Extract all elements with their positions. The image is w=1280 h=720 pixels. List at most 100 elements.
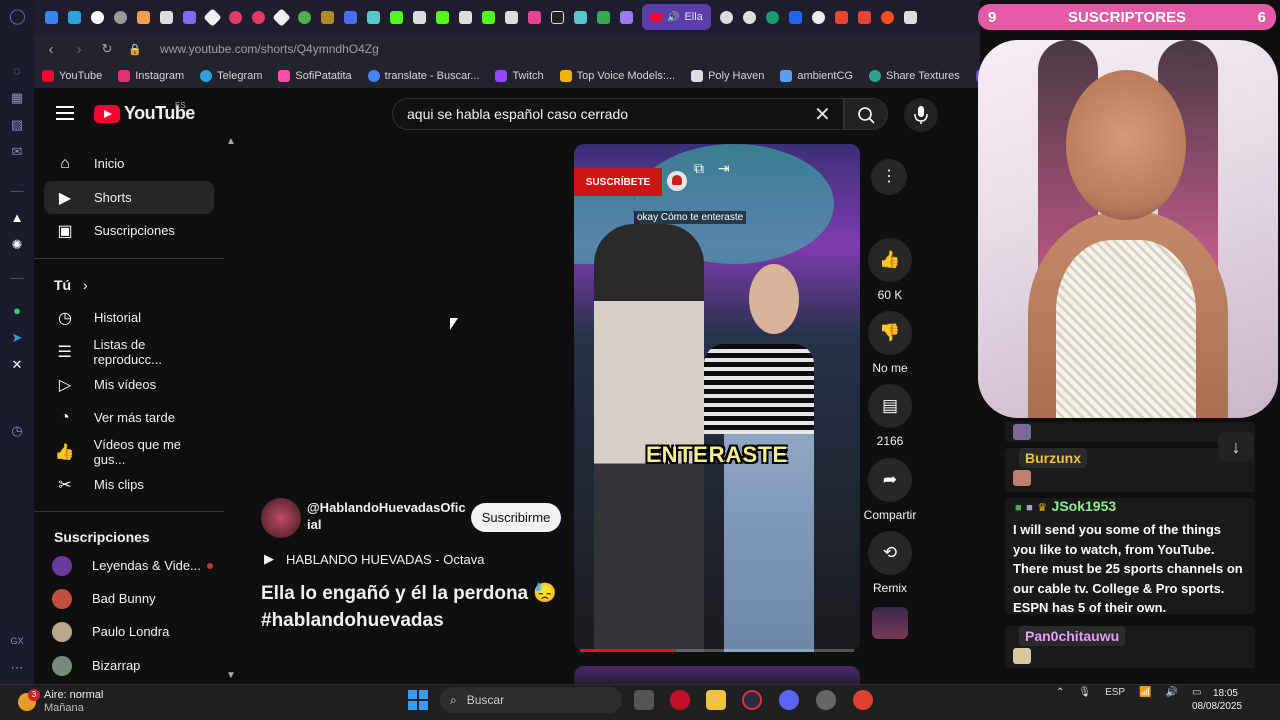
video-title[interactable]: Ella lo engañó y él la perdona 😓 #hablan… [261,580,571,634]
music-row[interactable]: ▶ HABLANDO HUEVADAS - Octava [264,551,484,567]
tab[interactable] [615,0,638,34]
tab[interactable] [899,0,922,34]
sidebar-item-home[interactable]: ⌂ Inicio [44,147,214,180]
tab[interactable] [247,0,270,34]
sidebar-item-history[interactable]: ◷ Historial [44,301,214,334]
next-short-preview[interactable] [574,666,860,684]
battery-icon[interactable]: ▭ [1192,687,1201,698]
telegram-icon[interactable]: ➤ [9,330,25,346]
tray-expand-icon[interactable]: ⌃ [1056,687,1064,698]
tab[interactable] [784,0,807,34]
share-button[interactable]: ➦ Compartir [862,458,918,522]
bookmark-instagram[interactable]: Instagram [118,70,184,82]
tab[interactable] [86,0,109,34]
tab[interactable] [385,0,408,34]
app-icon[interactable] [853,690,873,710]
tab[interactable] [339,0,362,34]
tab[interactable] [132,0,155,34]
sidebar-item-subscriptions[interactable]: ▣ Suscripciones [44,214,214,247]
opera-icon[interactable] [742,690,762,710]
bookmark-voice-models[interactable]: Top Voice Models:... [559,70,675,82]
tab[interactable] [316,0,339,34]
tab[interactable] [592,0,615,34]
app-a-icon[interactable]: ▲ [9,210,25,226]
tab[interactable] [63,0,86,34]
video-subscribe-overlay[interactable]: SUSCRÍBETE [574,168,662,196]
voice-search-button[interactable] [904,98,938,132]
whatsapp-icon[interactable]: ● [9,303,25,319]
x-icon[interactable]: ✕ [9,357,25,373]
crypto-icon[interactable]: ▧ [9,117,25,133]
tab[interactable] [454,0,477,34]
bookmark-sofipatatita[interactable]: SofiPatatita [278,70,352,82]
tab[interactable] [155,0,178,34]
discord-icon[interactable] [779,690,799,710]
tab[interactable] [569,0,592,34]
sidebar-item-shorts[interactable]: ▶ Shorts [44,181,214,214]
chat-username[interactable]: JSok1953 [1052,498,1117,514]
more-options-icon[interactable]: ⋮ [871,159,907,195]
tab[interactable] [293,0,316,34]
remix-button[interactable]: ⟲ Remix [868,531,912,595]
scroll-down-icon[interactable]: ↓ [1218,432,1254,462]
workspace-icon[interactable]: ▦ [9,90,25,106]
tab[interactable] [546,0,569,34]
tab[interactable] [40,0,63,34]
subscription-channel[interactable]: Bad Bunny [44,582,214,615]
sidebar-item-clips[interactable]: ✂ Mis clips [44,468,214,501]
history-icon[interactable]: ◷ [9,423,25,439]
tab[interactable] [761,0,784,34]
audio-thumbnail[interactable] [872,607,908,639]
aria-icon[interactable]: ◌ [9,63,25,79]
bookmark-twitch[interactable]: Twitch [495,70,544,82]
bookmark-poly-haven[interactable]: Poly Haven [691,70,764,82]
mail-icon[interactable]: ✉ [9,144,25,160]
tab[interactable] [830,0,853,34]
bookmark-telegram[interactable]: Telegram [200,70,262,82]
sidebar-item-playlists[interactable]: ☰ Listas de reproducc... [44,335,214,368]
chat-username[interactable]: Burzunx [1019,448,1087,468]
taskbar-search[interactable]: ⌕ Buscar [440,687,622,713]
tab[interactable] [362,0,385,34]
popout-icon[interactable]: ⧉ [694,160,704,176]
dislike-button[interactable]: 👎 No me ... [868,311,912,389]
sidebar-item-liked[interactable]: 👍 Vídeos que me gus... [44,435,214,468]
hamburger-menu-icon[interactable] [56,106,74,120]
bookmark-translate[interactable]: translate - Buscar... [367,70,479,82]
search-input[interactable]: aqui se habla español caso cerrado [392,98,844,130]
subscription-channel[interactable]: Leyendas & Vide... [44,549,214,582]
channel-avatar[interactable] [261,498,301,538]
reload-icon[interactable]: ↻ [96,41,118,57]
volume-icon[interactable]: 🔊 [1166,687,1178,698]
forward-icon[interactable]: › [68,41,90,58]
bell-icon[interactable] [667,171,687,191]
tab[interactable] [178,0,201,34]
sidebar-item-watch-later[interactable]: ◔ Ver más tarde [44,401,214,434]
like-button[interactable]: 👍 60 K [868,238,912,302]
tab[interactable] [477,0,500,34]
more-icon[interactable]: ⋯ [9,660,25,676]
tab-active[interactable]: 🔊 Ella [642,4,711,30]
windows-start-icon[interactable] [408,690,428,710]
search-button[interactable] [844,98,888,130]
back-icon[interactable]: ‹ [40,41,62,58]
obs-icon[interactable] [816,690,836,710]
sidebar-item-my-videos[interactable]: ▷ Mis vídeos [44,368,214,401]
tab[interactable] [715,0,738,34]
task-view-icon[interactable] [634,690,654,710]
bookmark-share-textures[interactable]: Share Textures [868,70,960,82]
clock[interactable]: 18:05 08/08/2025 [1192,687,1242,713]
language-indicator[interactable]: ESP [1105,687,1125,698]
tab[interactable] [224,0,247,34]
tab[interactable] [408,0,431,34]
tab[interactable] [738,0,761,34]
tab[interactable] [431,0,454,34]
tab[interactable] [876,0,899,34]
file-explorer-icon[interactable] [706,690,726,710]
bookmark-youtube[interactable]: YouTube [42,70,102,82]
weather-widget[interactable]: 3 Aire: normal Mañana [18,689,103,715]
subscribe-button[interactable]: Suscribirme [471,503,561,532]
tab[interactable] [807,0,830,34]
opera-gx-icon[interactable] [670,690,690,710]
tab[interactable] [201,0,224,34]
